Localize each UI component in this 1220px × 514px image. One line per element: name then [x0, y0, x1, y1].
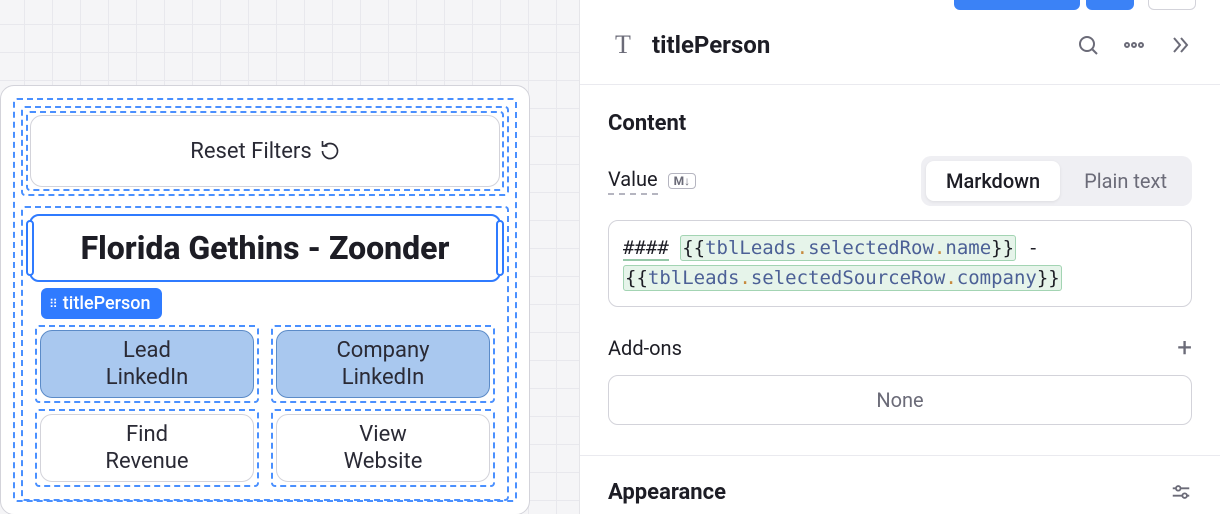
value-mode-segmented: Markdown Plain text [921, 156, 1192, 206]
segmented-markdown[interactable]: Markdown [926, 161, 1060, 201]
addons-empty[interactable]: None [608, 375, 1192, 425]
appearance-settings-icon[interactable] [1170, 481, 1192, 503]
segmented-plaintext[interactable]: Plain text [1064, 161, 1187, 201]
resize-handle-right[interactable] [496, 220, 504, 276]
title-person-component[interactable]: Florida Gethins - Zoonder [29, 214, 501, 282]
view-website-button[interactable]: ViewWebsite [276, 414, 490, 482]
button-wrap-lead: LeadLinkedIn [35, 325, 259, 403]
markdown-badge-icon: M↓ [668, 173, 697, 189]
drag-handle-icon: ⠿ [49, 298, 57, 310]
canvas[interactable]: Reset Filters Florida Gethins - Zoonder [0, 0, 580, 514]
toolbar-button-fragment-3[interactable] [1148, 0, 1196, 10]
component-name-tag[interactable]: ⠿ titlePerson [41, 288, 162, 319]
component-card: Reset Filters Florida Gethins - Zoonder [0, 85, 530, 514]
inspector-panel: T titlePerson Content Value M↓ Markdown … [580, 0, 1220, 514]
button-row-2: FindRevenue ViewWebsite [35, 409, 495, 487]
selection-wrap-reset: Reset Filters [21, 106, 509, 196]
section-divider [580, 455, 1220, 456]
button-wrap-website: ViewWebsite [271, 409, 495, 487]
addons-row: Add-ons + [608, 335, 1192, 361]
reset-filters-label: Reset Filters [190, 139, 311, 164]
value-code-editor[interactable]: #### {{tblLeads.selectedRow.name}} - {{t… [608, 220, 1192, 307]
button-wrap-revenue: FindRevenue [35, 409, 259, 487]
inspector-header: T titlePerson [580, 10, 1220, 85]
button-wrap-company: CompanyLinkedIn [271, 325, 495, 403]
component-name-tag-label: titlePerson [63, 293, 151, 314]
header-actions [1076, 33, 1192, 57]
title-text: Florida Gethins - Zoonder [37, 228, 493, 268]
button-row-1: LeadLinkedIn CompanyLinkedIn [35, 325, 495, 403]
selection-inner-reset: Reset Filters [26, 111, 504, 191]
appearance-row: Appearance [608, 480, 1192, 505]
lead-linkedin-button[interactable]: LeadLinkedIn [40, 330, 254, 398]
value-label[interactable]: Value [608, 167, 658, 195]
toolbar-button-fragment-2[interactable] [1086, 0, 1134, 10]
appearance-section-title: Appearance [608, 480, 726, 505]
component-name[interactable]: titlePerson [652, 31, 1062, 59]
addons-label: Add-ons [608, 336, 682, 360]
find-revenue-button[interactable]: FindRevenue [40, 414, 254, 482]
more-icon[interactable] [1122, 33, 1146, 57]
selection-outer: Reset Filters Florida Gethins - Zoonder [13, 98, 517, 502]
company-linkedin-button[interactable]: CompanyLinkedIn [276, 330, 490, 398]
value-row: Value M↓ Markdown Plain text [608, 156, 1192, 206]
toolbar-fragment [580, 0, 1220, 10]
reload-icon [320, 141, 340, 161]
add-addon-button[interactable]: + [1177, 335, 1192, 361]
text-component-icon: T [608, 30, 638, 60]
inspector-body: Content Value M↓ Markdown Plain text ###… [580, 85, 1220, 514]
collapse-icon[interactable] [1168, 33, 1192, 57]
search-icon[interactable] [1076, 33, 1100, 57]
reset-filters-button[interactable]: Reset Filters [30, 115, 500, 187]
resize-handle-left[interactable] [26, 220, 34, 276]
toolbar-button-fragment-1[interactable] [954, 0, 1080, 10]
selection-wrap-main: Florida Gethins - Zoonder ⠿ titlePerson … [21, 206, 509, 501]
content-section-title: Content [608, 111, 1192, 136]
value-label-wrap: Value M↓ [608, 167, 696, 195]
